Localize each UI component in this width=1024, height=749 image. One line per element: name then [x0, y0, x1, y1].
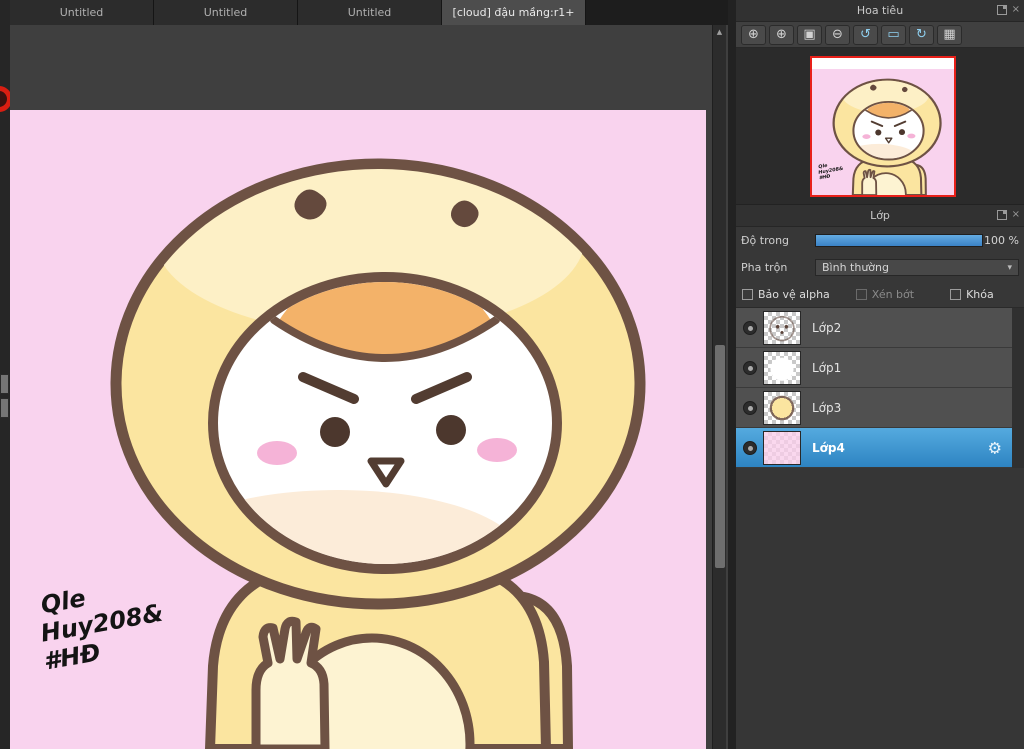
layer-row-lop3[interactable]: Lớp3 — [736, 388, 1012, 428]
layer-visibility-icon[interactable] — [743, 320, 757, 335]
layer-visibility-icon[interactable] — [743, 400, 757, 415]
popout-panel-icon[interactable] — [996, 5, 1007, 15]
blend-label: Pha trộn — [741, 261, 788, 274]
navigator-title: Hoa tiêu — [856, 4, 904, 17]
fit-window-icon[interactable]: ▣ — [797, 24, 822, 45]
opacity-slider[interactable] — [815, 234, 983, 247]
scroll-up-arrow-icon[interactable]: ▲ — [713, 25, 726, 39]
reset-view-icon[interactable]: ▦ — [937, 24, 962, 45]
tool-swatch-1[interactable] — [0, 374, 9, 394]
opacity-row: Độ trong 100 % — [736, 227, 1024, 254]
layer-settings-gear-icon[interactable]: ⚙ — [988, 438, 1002, 457]
document-tabbar: Untitled Untitled Untitled [cloud] đậu m… — [10, 0, 728, 25]
layer-thumbnail[interactable] — [763, 310, 801, 345]
layer-row-lop2[interactable]: Lớp2 — [736, 308, 1012, 348]
right-panel: Hoa tiêu × ⊕ ⊕ ▣ ⊖ ↺ ▭ ↻ ▦ Lớp × Độ tron… — [736, 0, 1024, 749]
canvas-vertical-scrollbar[interactable]: ▲ — [712, 25, 726, 749]
layer-name: Lớp1 — [812, 360, 842, 375]
layers-panel: Lớp × Độ trong 100 % Pha trộn Bình thườn… — [736, 205, 1024, 749]
tab-label: Untitled — [59, 6, 104, 19]
layer-list: Lớp2 Lớp1 Lớp3 Lớp4 ⚙ — [736, 307, 1024, 468]
zoom-in-icon[interactable]: ⊕ — [769, 24, 794, 45]
tab-label: Untitled — [203, 6, 248, 19]
tab-label: Untitled — [347, 6, 392, 19]
navigator-header: Hoa tiêu × — [736, 0, 1024, 22]
tool-swatch-2[interactable] — [0, 398, 9, 418]
tab-untitled-1[interactable]: Untitled — [10, 0, 154, 25]
canvas-workspace[interactable]: ▲ — [10, 25, 728, 749]
navigator-thumbnail-image — [812, 69, 954, 195]
navigator-panel: Hoa tiêu × ⊕ ⊕ ▣ ⊖ ↺ ▭ ↻ ▦ — [736, 0, 1024, 205]
artwork-canvas[interactable] — [10, 110, 706, 749]
checkbox-icon[interactable] — [855, 288, 867, 300]
chevron-down-icon: ▾ — [1007, 262, 1012, 273]
opacity-label: Độ trong — [741, 234, 790, 247]
layers-title: Lớp — [870, 209, 890, 222]
layer-name: Lớp4 — [812, 440, 845, 455]
canvas-artboard[interactable] — [10, 110, 706, 749]
layers-header: Lớp × — [736, 205, 1024, 227]
zoom-out-icon[interactable]: ⊖ — [825, 24, 850, 45]
left-toolbar-strip — [0, 0, 10, 749]
navigator-thumbnail[interactable] — [810, 56, 956, 197]
layer-row-lop1[interactable]: Lớp1 — [736, 348, 1012, 388]
protect-alpha-label: Bảo vệ alpha — [758, 287, 830, 301]
layer-name: Lớp2 — [812, 320, 842, 335]
tab-label: [cloud] đậu mầng:r1+ — [452, 6, 575, 19]
tab-untitled-3[interactable]: Untitled — [298, 0, 442, 25]
tab-untitled-2[interactable]: Untitled — [154, 0, 298, 25]
tab-cloud-document[interactable]: [cloud] đậu mầng:r1+ — [442, 0, 586, 25]
lock-label: Khóa — [966, 287, 994, 301]
rotate-cw-icon[interactable]: ↻ — [909, 24, 934, 45]
navigator-toolbar: ⊕ ⊕ ▣ ⊖ ↺ ▭ ↻ ▦ — [736, 22, 1024, 48]
opacity-slider-fill — [816, 235, 982, 246]
close-panel-icon[interactable]: × — [1012, 210, 1020, 220]
clipping-checkbox[interactable]: Xén bớt — [855, 287, 915, 301]
layer-list-scrollbar[interactable] — [1012, 308, 1024, 468]
layer-list-empty-area — [736, 468, 1024, 749]
navigator-preview-area — [736, 48, 1024, 205]
rotate-ccw-icon[interactable]: ↺ — [853, 24, 878, 45]
layer-options-row: Bảo vệ alpha Xén bớt Khóa — [736, 281, 1024, 307]
lock-checkbox[interactable]: Khóa — [950, 288, 994, 301]
layer-name: Lớp3 — [812, 400, 842, 415]
zoom-tool-icon[interactable]: ⊕ — [741, 24, 766, 45]
checkbox-icon[interactable] — [950, 288, 962, 300]
layer-visibility-icon[interactable] — [743, 360, 757, 375]
clipping-label: Xén bớt — [871, 287, 915, 301]
layer-thumbnail[interactable] — [763, 430, 801, 465]
blend-mode-value: Bình thường — [822, 261, 889, 274]
popout-panel-icon[interactable] — [996, 210, 1007, 220]
layer-thumbnail[interactable] — [763, 390, 801, 425]
layer-row-lop4-selected[interactable]: Lớp4 ⚙ — [736, 428, 1012, 468]
scrollbar-thumb[interactable] — [715, 345, 725, 568]
close-panel-icon[interactable]: × — [1012, 5, 1020, 15]
checkbox-icon[interactable] — [742, 288, 753, 300]
layer-thumbnail[interactable] — [763, 350, 801, 385]
protect-alpha-checkbox[interactable]: Bảo vệ alpha — [742, 288, 830, 301]
opacity-value: 100 % — [984, 234, 1019, 247]
color-indicator-icon[interactable] — [0, 86, 10, 112]
document-area: Untitled Untitled Untitled [cloud] đậu m… — [10, 0, 728, 749]
blend-row: Pha trộn Bình thường ▾ — [736, 254, 1024, 281]
layer-visibility-icon[interactable] — [743, 440, 757, 455]
panel-divider[interactable] — [728, 0, 736, 749]
blend-mode-select[interactable]: Bình thường ▾ — [815, 259, 1019, 276]
select-area-icon[interactable]: ▭ — [881, 24, 906, 45]
